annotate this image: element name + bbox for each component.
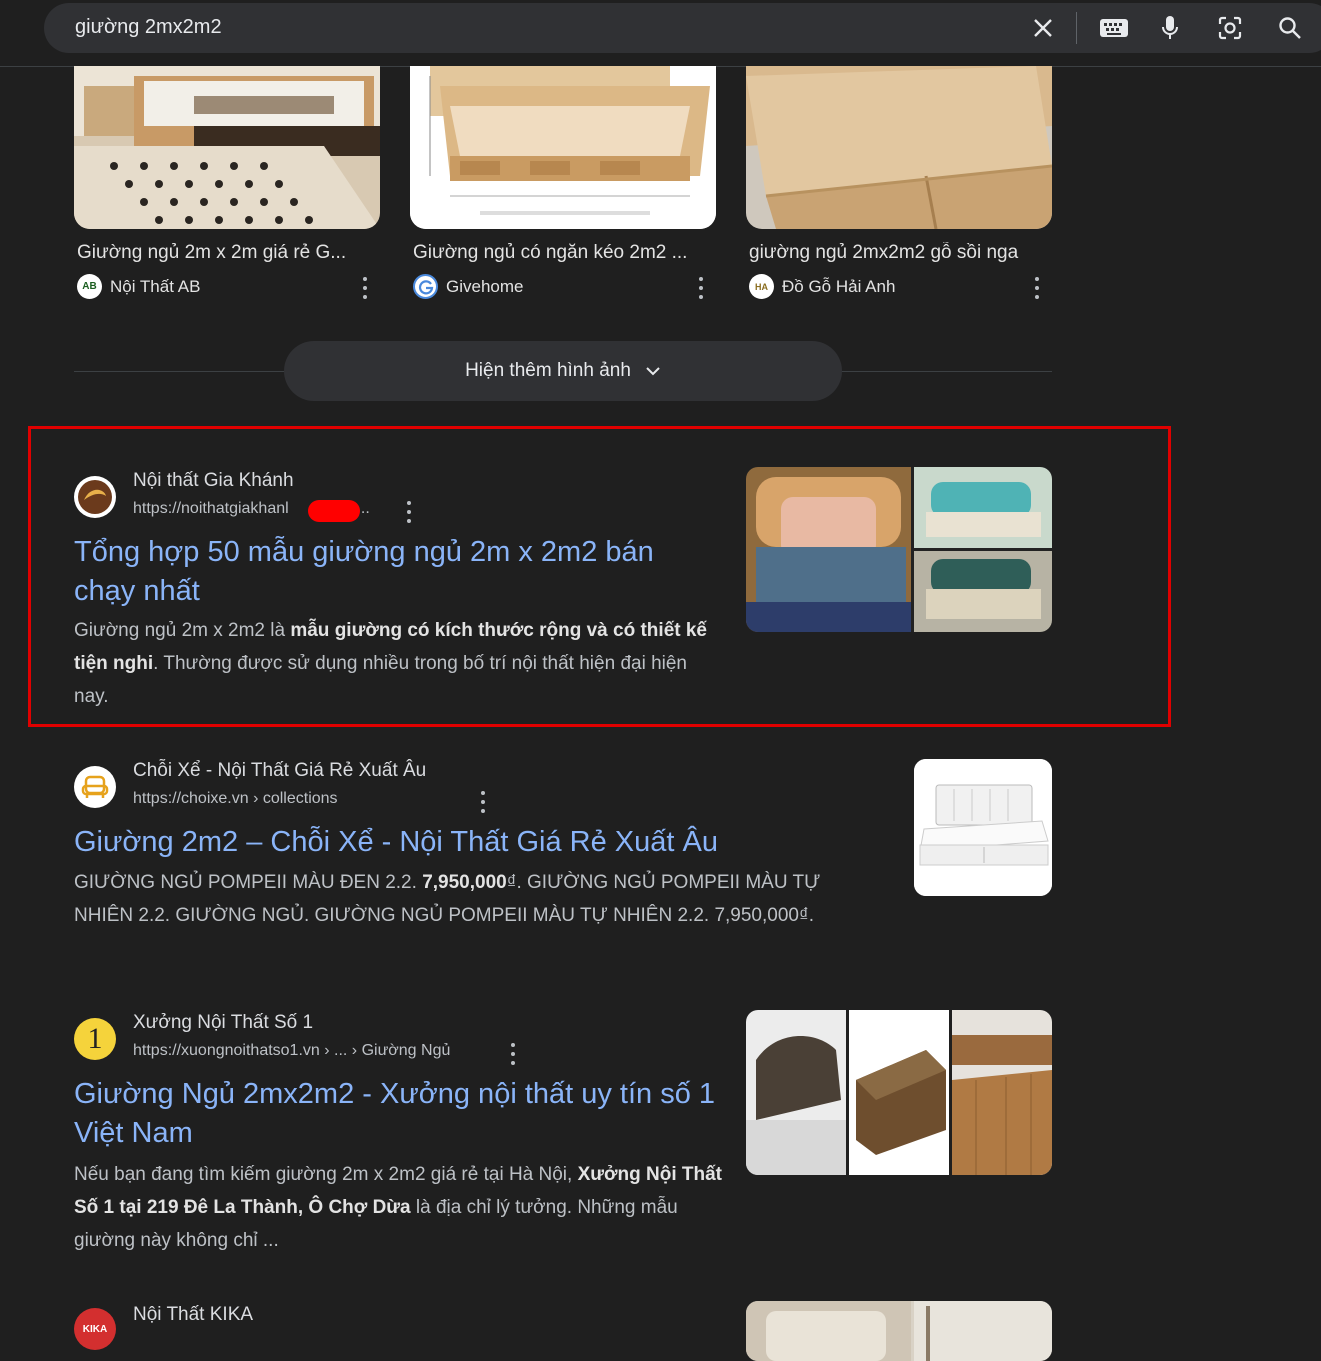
image-caption[interactable]: Giường ngủ có ngăn kéo 2m2 ... [413, 242, 713, 264]
bed-image[interactable] [410, 66, 716, 229]
mic-icon[interactable] [1157, 15, 1183, 41]
result-snippet: Giường ngủ 2m x 2m2 là mẫu giường có kíc… [74, 614, 724, 713]
result-site-name[interactable]: Xưởng Nội Thất Số 1 [133, 1012, 313, 1034]
image-source-name: Givehome [446, 276, 524, 296]
bed-image[interactable] [74, 66, 380, 229]
more-options-icon[interactable] [698, 277, 704, 299]
top-bar: giường 2mx2m2 [0, 0, 1321, 67]
more-options-icon[interactable] [1034, 277, 1040, 299]
xuong-noi-that-logo-icon: 1 [74, 1018, 116, 1060]
search-icon[interactable] [1277, 15, 1303, 41]
snippet-text: . Thường được sử dụng nhiều trong bố trí… [74, 653, 687, 707]
result-title-link[interactable]: Giường 2m2 – Chỗi Xể - Nội Thất Giá Rẻ X… [74, 823, 894, 862]
more-options-icon[interactable] [362, 277, 368, 299]
image-source[interactable]: AB Nội Thất AB [77, 274, 200, 299]
snippet-bold: 7,950,000 [422, 872, 507, 893]
image-source[interactable]: Givehome [413, 274, 523, 299]
more-options-icon[interactable] [510, 1043, 516, 1065]
lens-icon[interactable] [1217, 15, 1243, 41]
image-source-name: Đồ Gỗ Hải Anh [782, 276, 896, 296]
dogo-hai-anh-logo-icon: HA [749, 274, 774, 299]
snippet-text: GIƯỜNG NGỦ POMPEII MÀU ĐEN 2.2. [74, 872, 423, 893]
result-thumbnail[interactable] [746, 1301, 1052, 1361]
bed-image[interactable] [746, 66, 1052, 229]
result-thumbnail[interactable] [746, 1010, 1052, 1175]
search-separator [1076, 12, 1077, 44]
choixe-logo-icon [74, 766, 116, 808]
more-options-icon[interactable] [406, 501, 412, 523]
favicon-text: KIKA [82, 1323, 108, 1335]
result-title-link[interactable]: Tổng hợp 50 mẫu giường ngủ 2m x 2m2 bán … [74, 533, 714, 611]
keyboard-icon[interactable] [1098, 15, 1130, 41]
favicon-number: 1 [87, 1022, 103, 1055]
gia-khanh-logo-icon [74, 476, 116, 518]
show-more-images-label: Hiện thêm hình ảnh [465, 360, 631, 381]
result-url[interactable]: https://choixe.vn › collections [133, 790, 338, 808]
image-source[interactable]: HA Đồ Gỗ Hải Anh [749, 274, 895, 299]
more-options-icon[interactable] [480, 791, 486, 813]
search-input[interactable]: giường 2mx2m2 [75, 16, 222, 39]
image-source-name: Nội Thất AB [110, 276, 201, 296]
noithat-ab-logo-icon: AB [77, 274, 102, 299]
kika-logo-icon: KIKA [74, 1308, 116, 1350]
chevron-down-icon [646, 367, 660, 376]
result-url[interactable]: https://xuongnoithatso1.vn › ... › Giườn… [133, 1042, 450, 1060]
result-thumbnail[interactable] [746, 467, 1052, 632]
snippet-text: Giường ngủ 2m x 2m2 là [74, 620, 291, 641]
result-snippet: Nếu bạn đang tìm kiếm giường 2m x 2m2 gi… [74, 1158, 724, 1257]
show-more-images-button[interactable]: Hiện thêm hình ảnh [284, 341, 842, 401]
redaction-mark [308, 500, 360, 522]
result-url-text: https://noithatgiakhanl [133, 500, 289, 517]
result-thumbnail[interactable] [914, 759, 1052, 896]
search-box[interactable]: giường 2mx2m2 [44, 3, 1321, 53]
result-title-link[interactable]: Giường Ngủ 2mx2m2 - Xưởng nội thất uy tí… [74, 1075, 724, 1153]
result-site-name[interactable]: Nội thất Gia Khánh [133, 470, 294, 492]
result-site-name[interactable]: Nội Thất KIKA [133, 1304, 253, 1326]
result-site-name[interactable]: Chỗi Xể - Nội Thất Giá Rẻ Xuất Âu [133, 760, 426, 782]
image-caption[interactable]: giường ngủ 2mx2m2 gỗ sồi nga [749, 242, 1049, 264]
givehome-logo-icon [413, 274, 438, 299]
clear-icon[interactable] [1030, 15, 1056, 41]
result-snippet: GIƯỜNG NGỦ POMPEII MÀU ĐEN 2.2. 7,950,00… [74, 866, 874, 932]
image-caption[interactable]: Giường ngủ 2m x 2m giá rẻ G... [77, 242, 377, 264]
snippet-text: Nếu bạn đang tìm kiếm giường 2m x 2m2 gi… [74, 1164, 578, 1185]
